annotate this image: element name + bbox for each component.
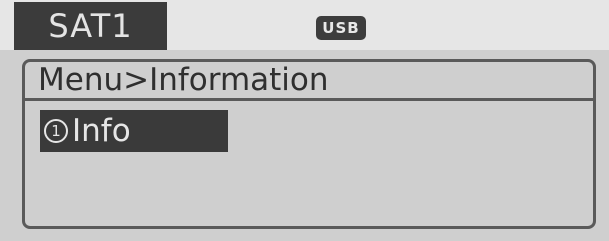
breadcrumb: Menu>Information — [38, 62, 329, 98]
source-tab[interactable]: SAT1 — [14, 2, 167, 50]
header-divider — [24, 98, 594, 101]
number-one-icon: 1 — [44, 119, 68, 143]
display-screen: SAT1 USB Menu>Information 1 Info — [0, 0, 609, 241]
menu-item-info[interactable]: 1 Info — [40, 110, 228, 152]
usb-badge: USB — [316, 16, 366, 40]
menu-item-label: Info — [72, 113, 131, 149]
status-bar: SAT1 USB — [0, 0, 609, 50]
